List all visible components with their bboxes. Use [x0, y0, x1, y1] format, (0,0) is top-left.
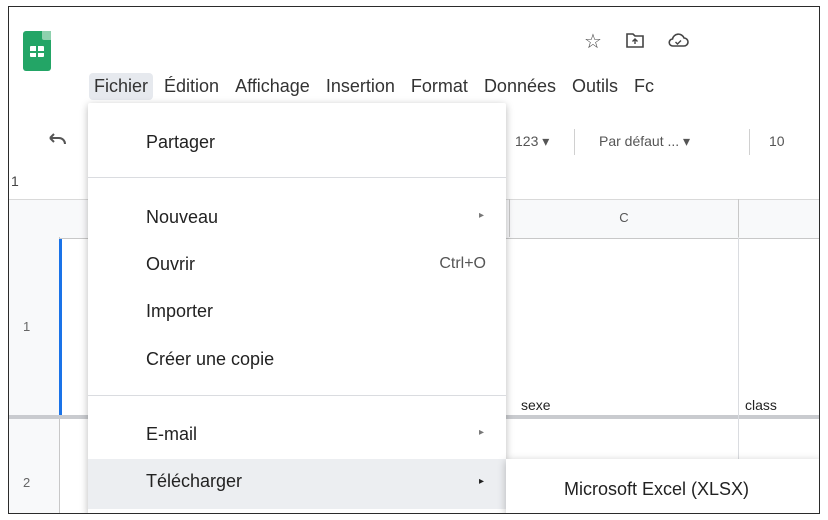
- submenu-arrow-icon: ▸: [478, 476, 484, 487]
- toolbar-divider: [574, 129, 575, 155]
- menu-item-telecharger[interactable]: Télécharger ▸: [88, 459, 506, 509]
- row-header-bar: [9, 237, 60, 513]
- menu-edition[interactable]: Édition: [159, 73, 224, 100]
- app-window: ☆ Fichier Édition Affichage Insertion Fo…: [8, 6, 820, 514]
- menu-item-xlsx[interactable]: Microsoft Excel (XLSX): [564, 479, 749, 500]
- menu-divider: [88, 395, 506, 396]
- cloud-status-icon[interactable]: [667, 31, 689, 54]
- number-format-dropdown[interactable]: 123 ▾: [515, 133, 549, 150]
- font-size-input[interactable]: 10: [769, 133, 785, 149]
- menu-item-ouvrir[interactable]: Ouvrir Ctrl+O: [88, 243, 506, 287]
- menu-item-creer-une-copie[interactable]: Créer une copie: [88, 338, 506, 382]
- download-submenu: Microsoft Excel (XLSX): [506, 459, 819, 513]
- menu-item-importer[interactable]: Importer: [88, 290, 506, 334]
- menu-fc[interactable]: Fc: [629, 73, 659, 100]
- menu-item-partager[interactable]: Partager: [88, 121, 506, 165]
- row-header-2[interactable]: 2: [23, 475, 30, 490]
- submenu-arrow-icon: ▸: [478, 210, 484, 221]
- title-icons: ☆: [584, 29, 707, 54]
- move-to-folder-icon[interactable]: [625, 31, 644, 54]
- menu-fichier[interactable]: Fichier: [89, 73, 154, 100]
- submenu-arrow-icon: ▸: [478, 427, 484, 438]
- menu-format[interactable]: Format: [406, 73, 473, 100]
- cell-reference[interactable]: 1: [11, 173, 19, 189]
- row-header-1[interactable]: 1: [23, 319, 30, 334]
- font-dropdown[interactable]: Par défaut ... ▾: [599, 133, 690, 150]
- undo-icon[interactable]: [47, 129, 69, 155]
- cell-c1[interactable]: sexe: [521, 397, 551, 413]
- menu-item-nouveau[interactable]: Nouveau ▸: [88, 196, 506, 240]
- file-menu: Partager Nouveau ▸ Ouvrir Ctrl+O Importe…: [88, 103, 506, 513]
- selection-border: [59, 239, 62, 417]
- cell-d1[interactable]: class: [745, 397, 777, 413]
- menu-affichage[interactable]: Affichage: [230, 73, 315, 100]
- menu-bar: Fichier Édition Affichage Insertion Form…: [89, 73, 660, 101]
- shortcut-label: Ctrl+O: [439, 255, 486, 272]
- column-header-c[interactable]: C: [509, 199, 739, 237]
- menu-donnees[interactable]: Données: [479, 73, 561, 100]
- menu-insertion[interactable]: Insertion: [321, 73, 400, 100]
- google-sheets-logo-icon[interactable]: [23, 31, 51, 71]
- toolbar-divider: [749, 129, 750, 155]
- menu-item-email[interactable]: E-mail ▸: [88, 413, 506, 457]
- menu-outils[interactable]: Outils: [567, 73, 623, 100]
- star-icon[interactable]: ☆: [584, 29, 602, 54]
- menu-divider: [88, 177, 506, 178]
